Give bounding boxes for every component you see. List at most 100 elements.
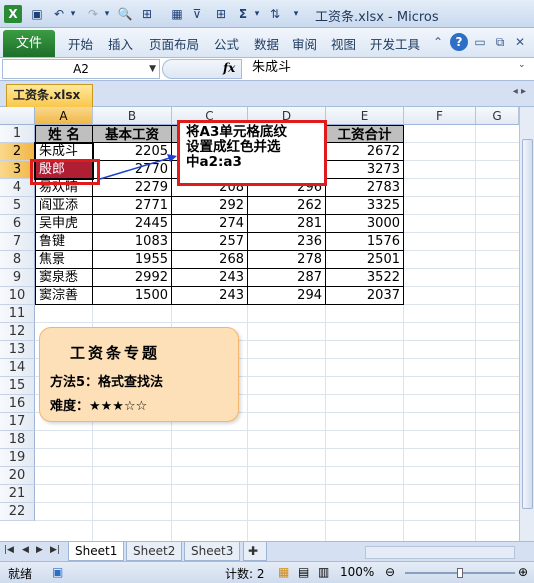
excel-logo-icon[interactable]: X xyxy=(4,5,22,23)
name-cell[interactable]: 鲁键 xyxy=(35,233,93,251)
next-sheet-icon[interactable]: ▶ xyxy=(36,545,43,555)
row-header-6[interactable]: 6 xyxy=(0,215,35,233)
row-header-5[interactable]: 5 xyxy=(0,197,35,215)
zoom-level[interactable]: 100% xyxy=(340,565,374,579)
table-icon[interactable]: ⊞ xyxy=(212,5,230,23)
workbook-tab[interactable]: 工资条.xlsx xyxy=(6,84,93,107)
value-cell[interactable]: 3273 xyxy=(326,161,404,179)
value-cell[interactable]: 243 xyxy=(172,287,248,305)
row-header-16[interactable]: 16 xyxy=(0,395,35,413)
tab-home[interactable]: 开始 xyxy=(68,34,93,53)
value-cell[interactable]: 2445 xyxy=(93,215,172,233)
undo-dropdown-icon[interactable]: ▾ xyxy=(68,5,78,23)
sort-icon[interactable]: ⇅ xyxy=(266,5,284,23)
row-header-20[interactable]: 20 xyxy=(0,467,35,485)
name-cell[interactable]: 窦泉悉 xyxy=(35,269,93,287)
workbook-nav-icon[interactable]: ◂ ▸ xyxy=(513,86,526,97)
tab-data[interactable]: 数据 xyxy=(254,34,279,53)
help-icon[interactable]: ? xyxy=(450,33,468,51)
sheet-tab-1[interactable]: Sheet1 xyxy=(68,542,125,561)
value-cell[interactable]: 262 xyxy=(248,197,326,215)
row-header-8[interactable]: 8 xyxy=(0,251,35,269)
value-cell[interactable]: 1955 xyxy=(93,251,172,269)
select-all-corner[interactable] xyxy=(0,107,35,125)
sheet-tab-2[interactable]: Sheet2 xyxy=(126,542,183,561)
name-cell[interactable]: 阎亚添 xyxy=(35,197,93,215)
value-cell[interactable]: 2037 xyxy=(326,287,404,305)
value-cell[interactable]: 278 xyxy=(248,251,326,269)
value-cell[interactable]: 2672 xyxy=(326,143,404,161)
close-icon[interactable]: ✕ xyxy=(510,32,530,52)
value-cell[interactable]: 281 xyxy=(248,215,326,233)
value-cell[interactable]: 274 xyxy=(172,215,248,233)
collapse-ribbon-icon[interactable]: ⌃ xyxy=(428,32,448,52)
zoom-out-icon[interactable]: ⊖ xyxy=(385,565,395,579)
sum-icon[interactable]: Σ xyxy=(234,5,252,23)
redo-dropdown-icon[interactable]: ▾ xyxy=(102,5,112,23)
column-header-b[interactable]: B xyxy=(93,107,172,125)
value-cell[interactable]: 3522 xyxy=(326,269,404,287)
value-cell[interactable]: 3325 xyxy=(326,197,404,215)
value-cell[interactable]: 2992 xyxy=(93,269,172,287)
value-cell[interactable]: 2783 xyxy=(326,179,404,197)
expand-formula-icon[interactable]: ⌄ xyxy=(518,60,526,70)
value-cell[interactable]: 292 xyxy=(172,197,248,215)
tab-insert[interactable]: 插入 xyxy=(108,34,133,53)
value-cell[interactable]: 294 xyxy=(248,287,326,305)
row-header-7[interactable]: 7 xyxy=(0,233,35,251)
row-header-12[interactable]: 12 xyxy=(0,323,35,341)
row-header-10[interactable]: 10 xyxy=(0,287,35,305)
value-cell[interactable]: 2279 xyxy=(93,179,172,197)
restore-icon[interactable]: ⧉ xyxy=(490,32,510,52)
row-header-11[interactable]: 11 xyxy=(0,305,35,323)
first-sheet-icon[interactable]: |◀ xyxy=(4,545,14,555)
row-header-18[interactable]: 18 xyxy=(0,431,35,449)
value-cell[interactable]: 257 xyxy=(172,233,248,251)
row-header-17[interactable]: 17 xyxy=(0,413,35,431)
tab-review[interactable]: 审阅 xyxy=(292,34,317,53)
scroll-thumb[interactable] xyxy=(522,139,533,509)
formula-input[interactable]: 朱成斗 xyxy=(244,59,516,79)
zoom-slider[interactable] xyxy=(405,568,515,578)
print-preview-icon[interactable]: 🔍 xyxy=(116,5,134,23)
zoom-knob[interactable] xyxy=(457,568,463,578)
value-cell[interactable]: 2770 xyxy=(93,161,172,179)
tab-file[interactable]: 文件 xyxy=(3,30,55,57)
sum-dropdown-icon[interactable]: ▾ xyxy=(252,5,262,23)
value-cell[interactable]: 2501 xyxy=(326,251,404,269)
zoom-in-icon[interactable]: ⊕ xyxy=(518,565,528,579)
column-header-e[interactable]: E xyxy=(326,107,404,125)
spreadsheet-grid[interactable]: A B C D E F G 1 2 3 4 5 6 7 8 9 10 11 12 13 14 15 16 17 18 19 20 21… xyxy=(0,107,519,541)
row-header-1[interactable]: 1 xyxy=(0,125,35,143)
tab-developer[interactable]: 开发工具 xyxy=(370,34,420,53)
name-cell[interactable]: 窦淙善 xyxy=(35,287,93,305)
normal-view-icon[interactable]: ▦ xyxy=(278,565,289,579)
value-cell[interactable]: 1576 xyxy=(326,233,404,251)
filter-icon[interactable]: ⊽ xyxy=(188,5,206,23)
page-layout-view-icon[interactable]: ▤ xyxy=(298,565,309,579)
page-break-view-icon[interactable]: ▥ xyxy=(318,565,329,579)
value-cell[interactable]: 1500 xyxy=(93,287,172,305)
calculator-icon[interactable]: ▦ xyxy=(168,5,186,23)
row-header-22[interactable]: 22 xyxy=(0,503,35,521)
value-cell[interactable]: 2771 xyxy=(93,197,172,215)
row-header-13[interactable]: 13 xyxy=(0,341,35,359)
tab-formulas[interactable]: 公式 xyxy=(214,34,239,53)
name-box[interactable]: A2 ▼ xyxy=(2,59,160,79)
save-icon[interactable]: ▣ xyxy=(28,5,46,23)
grid-icon[interactable]: ⊞ xyxy=(138,5,156,23)
row-header-14[interactable]: 14 xyxy=(0,359,35,377)
chevron-down-icon[interactable]: ▼ xyxy=(149,60,156,78)
name-cell[interactable]: 吴申虎 xyxy=(35,215,93,233)
column-header-g[interactable]: G xyxy=(476,107,519,125)
value-cell[interactable]: 243 xyxy=(172,269,248,287)
column-header-a[interactable]: A xyxy=(35,107,93,125)
tab-page-layout[interactable]: 页面布局 xyxy=(149,34,199,53)
vertical-scrollbar[interactable] xyxy=(519,107,534,541)
horizontal-scrollbar[interactable] xyxy=(365,546,515,559)
sheet-tab-3[interactable]: Sheet3 xyxy=(184,542,241,561)
undo-icon[interactable]: ↶ xyxy=(50,5,68,23)
insert-function-icon[interactable]: fx xyxy=(223,61,235,75)
redo-icon[interactable]: ↷ xyxy=(84,5,102,23)
row-header-9[interactable]: 9 xyxy=(0,269,35,287)
